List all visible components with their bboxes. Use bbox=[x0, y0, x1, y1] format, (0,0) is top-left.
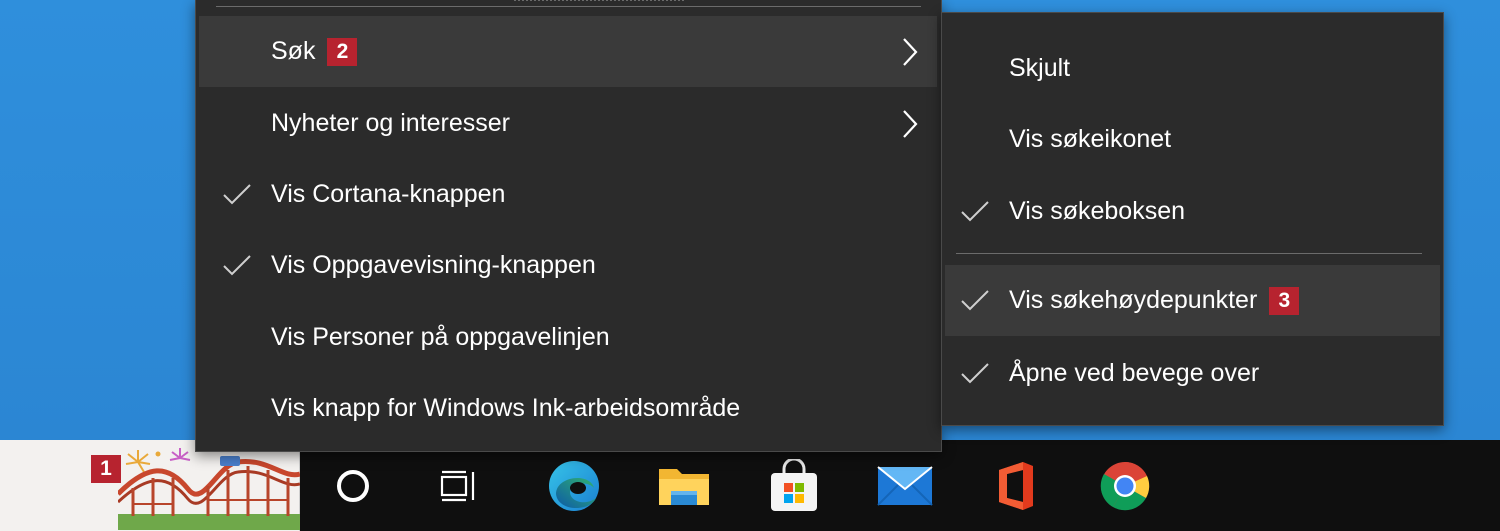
submenu-item-label: Vis søkehøydepunkter bbox=[1009, 286, 1258, 314]
roller-coaster-doodle-icon bbox=[118, 448, 300, 530]
menu-divider bbox=[216, 6, 921, 7]
chevron-right-icon bbox=[897, 16, 923, 87]
menu-item-show-task-view-button[interactable]: Vis Oppgavevisning-knappen bbox=[199, 230, 937, 301]
edge-button[interactable] bbox=[539, 440, 609, 531]
menu-item-show-windows-ink[interactable]: Vis knapp for Windows Ink-arbeidsområde bbox=[199, 373, 937, 444]
mail-button[interactable] bbox=[870, 440, 940, 531]
callout-badge-1: 1 bbox=[91, 455, 121, 483]
menu-item-label: Vis Cortana-knappen bbox=[271, 180, 506, 208]
file-explorer-button[interactable] bbox=[649, 440, 719, 531]
taskbar-context-menu: Søk 2 Nyheter og interesser Vis Cortana-… bbox=[195, 0, 942, 452]
submenu-item-label: Skjult bbox=[1009, 54, 1071, 82]
checkmark-icon bbox=[959, 338, 991, 409]
edge-icon bbox=[549, 460, 599, 511]
cortana-button[interactable] bbox=[318, 440, 388, 531]
menu-item-label: Vis Personer på oppgavelinjen bbox=[271, 323, 610, 351]
menu-item-show-cortana-button[interactable]: Vis Cortana-knappen bbox=[199, 159, 937, 230]
checkmark-icon bbox=[959, 176, 991, 247]
cortana-icon bbox=[337, 469, 369, 502]
chrome-icon bbox=[1100, 461, 1150, 510]
checkmark-icon bbox=[959, 265, 991, 336]
chevron-right-icon bbox=[897, 88, 923, 159]
checkmark-icon bbox=[221, 159, 253, 230]
search-submenu: Skjult Vis søkeikonet Vis søkeboksen Vis… bbox=[941, 12, 1444, 426]
callout-badge-3: 3 bbox=[1269, 286, 1300, 315]
checkmark-icon bbox=[221, 230, 253, 301]
search-highlight-button[interactable]: 1 bbox=[0, 440, 300, 531]
menu-item-label: Vis Oppgavevisning-knappen bbox=[271, 251, 596, 279]
chrome-button[interactable] bbox=[1090, 440, 1160, 531]
menu-item-search[interactable]: Søk 2 bbox=[199, 16, 937, 87]
office-button[interactable] bbox=[980, 440, 1050, 531]
menu-item-label: Vis knapp for Windows Ink-arbeidsområde bbox=[271, 394, 741, 422]
submenu-item-hidden[interactable]: Skjult bbox=[945, 33, 1440, 104]
submenu-item-show-search-icon[interactable]: Vis søkeikonet bbox=[945, 104, 1440, 175]
microsoft-store-button[interactable] bbox=[759, 440, 829, 531]
clipped-menu-item-above bbox=[514, 0, 684, 1]
submenu-item-label: Vis søkeboksen bbox=[1009, 197, 1186, 225]
file-explorer-icon bbox=[659, 468, 709, 505]
submenu-item-show-search-highlights[interactable]: Vis søkehøydepunkter 3 bbox=[945, 265, 1440, 336]
mail-icon bbox=[877, 465, 933, 506]
menu-item-show-people[interactable]: Vis Personer på oppgavelinjen bbox=[199, 302, 937, 373]
office-icon bbox=[999, 461, 1033, 510]
callout-badge-2: 2 bbox=[327, 37, 358, 66]
menu-item-label: Søk bbox=[271, 37, 316, 65]
submenu-divider bbox=[956, 253, 1422, 254]
submenu-item-label: Åpne ved bevege over bbox=[1009, 359, 1260, 387]
task-view-button[interactable] bbox=[424, 440, 494, 531]
microsoft-store-icon bbox=[771, 458, 817, 511]
submenu-item-show-search-box[interactable]: Vis søkeboksen bbox=[945, 176, 1440, 247]
submenu-item-label: Vis søkeikonet bbox=[1009, 125, 1172, 153]
menu-item-news-and-interests[interactable]: Nyheter og interesser bbox=[199, 88, 937, 159]
task-view-icon bbox=[440, 470, 475, 501]
submenu-item-open-on-hover[interactable]: Åpne ved bevege over bbox=[945, 338, 1440, 409]
taskbar[interactable]: 1 bbox=[0, 440, 1500, 531]
menu-item-label: Nyheter og interesser bbox=[271, 109, 511, 137]
